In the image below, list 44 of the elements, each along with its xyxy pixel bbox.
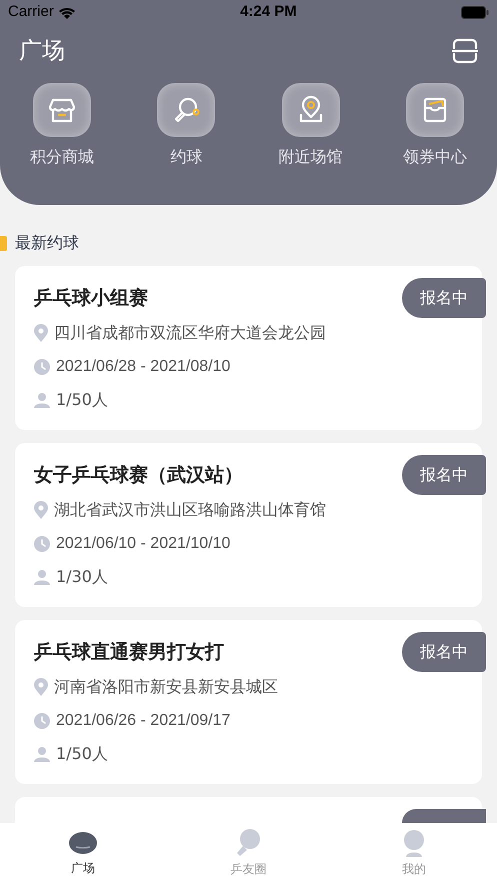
match-participants: 1/50人 [56, 743, 108, 765]
person-icon [34, 746, 50, 762]
clock-icon [34, 536, 50, 552]
match-title: 乒乓球小组赛 [34, 286, 148, 311]
location-pin-icon [34, 678, 48, 696]
match-title: 女子乒乓球赛（武汉站） [34, 463, 243, 488]
clock-icon [34, 359, 50, 375]
tab-bar-item[interactable]: 我的 [331, 823, 497, 883]
battery-icon [460, 6, 489, 18]
person-icon [34, 569, 50, 585]
clock-icon [34, 713, 50, 729]
carrier-label: Carrier [8, 2, 54, 22]
match-participants: 1/30人 [56, 566, 108, 588]
section-marker [0, 236, 7, 250]
match-participants: 1/50人 [56, 389, 108, 411]
shortcut-label[interactable]: 附近场馆 [278, 144, 343, 168]
match-dates: 2021/06/28 - 2021/08/10 [56, 357, 230, 377]
status-badge: 报名中 [402, 455, 486, 495]
page-title: 广场 [19, 37, 65, 66]
section-title: 最新约球 [15, 232, 79, 254]
shortcut-label[interactable]: 领券中心 [402, 144, 467, 168]
shortcut-tile[interactable] [33, 82, 92, 136]
location-pin-icon [34, 501, 48, 519]
match-title: 乒乓球直通赛男打女打 [34, 640, 224, 665]
match-dates: 2021/06/26 - 2021/09/17 [56, 711, 230, 731]
tab-bar-item[interactable]: 广场 [0, 823, 166, 883]
match-dates: 2021/06/10 - 2021/10/10 [56, 534, 230, 554]
scan-icon[interactable] [452, 38, 478, 64]
status-badge: 报名中 [402, 278, 486, 318]
status-time: 4:24 PM [240, 2, 297, 22]
shortcut-tile[interactable] [157, 82, 216, 136]
location-pin-icon [34, 324, 48, 342]
shortcut-label[interactable]: 约球 [170, 144, 202, 168]
planet-icon [68, 830, 98, 856]
match-address: 湖北省武汉市洪山区珞喻路洪山体育馆 [54, 499, 326, 521]
match-address: 四川省成都市双流区华府大道会龙公园 [54, 322, 326, 344]
status-badge: 报名中 [402, 632, 486, 672]
person-icon [34, 392, 50, 408]
match-address: 河南省洛阳市新安县新安县城区 [54, 676, 278, 698]
shortcut-tile[interactable] [406, 82, 464, 136]
shortcut-label[interactable]: 积分商城 [30, 144, 94, 168]
tab-bar-item[interactable]: 乒友圈 [166, 823, 332, 883]
wifi-icon [58, 6, 76, 18]
shortcut-tile[interactable] [282, 82, 340, 136]
